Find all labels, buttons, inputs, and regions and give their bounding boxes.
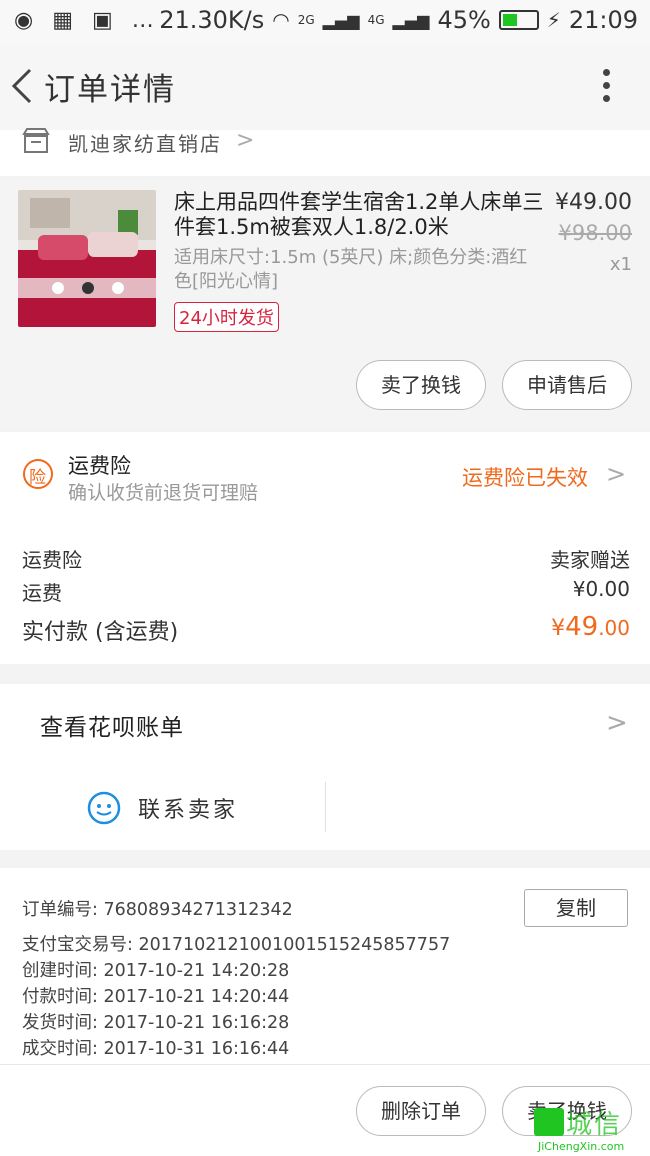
created-time: 创建时间: 2017-10-21 14:20:28 bbox=[22, 961, 290, 981]
status-right: 21.30K/s ◠ 2G ▂▄▆ 4G ▂▄▆ 45% ⚡ 21:09 bbox=[159, 6, 638, 34]
status-bar: ◉ ▦ ▣ … 21.30K/s ◠ 2G ▂▄▆ 4G ▂▄▆ 45% ⚡ 2… bbox=[0, 0, 650, 44]
status-left-icons: ◉ ▦ ▣ … bbox=[14, 8, 160, 33]
huabei-bill-link[interactable]: 查看花呗账单 bbox=[40, 708, 184, 742]
contact-seller-button[interactable]: 联系卖家 bbox=[138, 792, 238, 824]
watermark-url: JiChengXin.com bbox=[538, 1140, 625, 1153]
insurance-status[interactable]: 运费险已失效 bbox=[462, 462, 588, 492]
insurance-icon: 险 bbox=[22, 458, 54, 490]
insurance-icon-char: 险 bbox=[29, 468, 46, 488]
alipay-trade-number: 支付宝交易号: 2017102121001001515245857757 bbox=[22, 935, 451, 955]
chat-bubble-icon[interactable] bbox=[86, 790, 122, 826]
fee-value-insurance: 卖家赠送 bbox=[550, 548, 630, 572]
copy-button[interactable]: 复制 bbox=[524, 889, 628, 927]
charging-icon: ⚡ bbox=[546, 8, 561, 32]
ship-24h-badge: 24小时发货 bbox=[174, 302, 279, 332]
more-menu-icon[interactable] bbox=[596, 66, 616, 106]
after-sale-button[interactable]: 申请售后 bbox=[502, 360, 632, 410]
battery-icon bbox=[498, 10, 539, 30]
signal-2g: 2G bbox=[297, 13, 315, 27]
product-title[interactable]: 床上用品四件套学生宿舍1.2单人床单三件套1.5m被套双人1.8/2.0米 bbox=[174, 190, 544, 240]
clock: 21:09 bbox=[568, 6, 638, 34]
chevron-right-icon: > bbox=[606, 708, 628, 738]
total-amount: ¥49.00 bbox=[430, 612, 630, 642]
order-number: 订单编号: 76808934271312342 bbox=[22, 900, 293, 920]
fee-label-shipping: 运费 bbox=[22, 581, 62, 605]
product-spec: 适用床尺寸:1.5m (5英尺) 床;颜色分类:酒红色[阳光心情] bbox=[174, 247, 528, 292]
product-image[interactable] bbox=[18, 190, 156, 327]
paid-time: 付款时间: 2017-10-21 14:20:44 bbox=[22, 987, 290, 1007]
wifi-icon: ◠ bbox=[272, 8, 290, 32]
divider bbox=[325, 782, 326, 832]
price-original: ¥98.00 bbox=[558, 221, 632, 245]
page-title: 订单详情 bbox=[44, 72, 176, 108]
sell-for-cash-button[interactable]: 卖了换钱 bbox=[356, 360, 486, 410]
net-speed: 21.30K/s bbox=[159, 6, 265, 34]
watermark-text: 城信 bbox=[566, 1110, 623, 1140]
signal-icon-2: ▂▄▆ bbox=[392, 10, 430, 30]
insurance-title: 运费险 bbox=[68, 454, 131, 478]
chevron-right-icon: > bbox=[236, 128, 255, 153]
chevron-right-icon: > bbox=[606, 460, 627, 488]
signal-4g: 4G bbox=[367, 13, 385, 27]
fee-label-insurance: 运费险 bbox=[22, 548, 82, 572]
watermark-logo bbox=[534, 1108, 564, 1136]
shop-name[interactable]: 凯迪家纺直销店 bbox=[68, 128, 222, 157]
quantity: x1 bbox=[609, 254, 632, 275]
total-label: 实付款 (含运费) bbox=[22, 620, 179, 645]
fee-value-shipping: ¥0.00 bbox=[572, 577, 630, 601]
price-current: ¥49.00 bbox=[555, 190, 632, 215]
total-currency: ¥ bbox=[551, 616, 566, 641]
total-int: 49 bbox=[565, 612, 599, 642]
back-arrow-icon[interactable] bbox=[6, 64, 42, 108]
insurance-desc: 确认收货前退货可理赔 bbox=[68, 482, 259, 504]
signal-icon: ▂▄▆ bbox=[322, 10, 360, 30]
delete-order-button[interactable]: 删除订单 bbox=[356, 1086, 486, 1136]
shop-icon bbox=[22, 128, 50, 154]
shipped-time: 发货时间: 2017-10-21 16:16:28 bbox=[22, 1013, 290, 1033]
total-dec: .00 bbox=[598, 616, 630, 640]
completed-time: 成交时间: 2017-10-31 16:16:44 bbox=[22, 1039, 290, 1059]
battery-percent: 45% bbox=[437, 6, 491, 34]
